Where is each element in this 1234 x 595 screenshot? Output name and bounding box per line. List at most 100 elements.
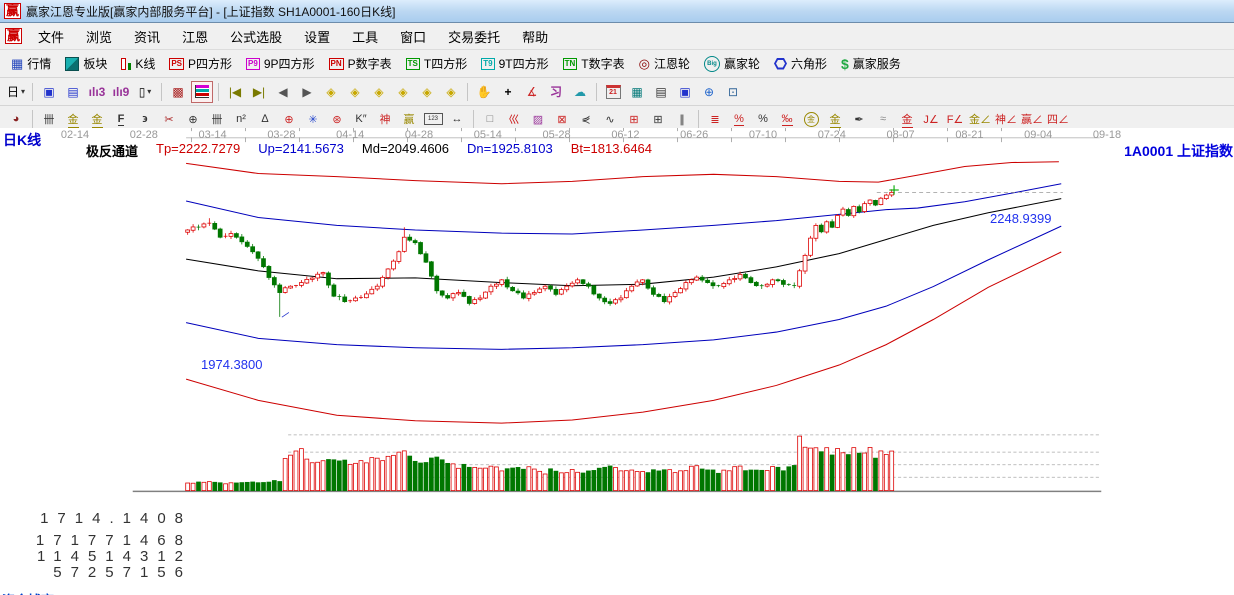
period-daily-button[interactable]: 日▾ <box>5 81 27 103</box>
angle-measure-button[interactable]: ∡ <box>521 81 543 103</box>
menu-item-3[interactable]: 江恩 <box>171 25 219 48</box>
menu-item-2[interactable]: 资讯 <box>123 25 171 48</box>
t-square-button[interactable]: TST四方形 <box>399 53 475 75</box>
star-web-box-button[interactable]: ⊛ <box>326 108 348 130</box>
report-doc-button[interactable]: ▤ <box>650 81 672 103</box>
t-number-table-button[interactable]: TNT数字表 <box>556 53 632 75</box>
winner-wheel-button[interactable]: Big赢家轮 <box>697 53 767 75</box>
fan-red-button[interactable]: 巛 <box>503 108 525 130</box>
first-page-button[interactable]: |◀ <box>224 81 246 103</box>
gann-target-button[interactable]: ⊕ <box>278 108 300 130</box>
level-steps-button[interactable]: ≣ <box>704 108 726 130</box>
bars-9-button[interactable]: ılı9 <box>110 81 132 103</box>
nine-p-square-button[interactable]: P99P四方形 <box>239 53 321 75</box>
shift-left-diamond-button[interactable]: ◈ <box>320 81 342 103</box>
sector-blocks-button[interactable]: 板块 <box>58 53 114 75</box>
nine-t-square-button[interactable]: T99T四方形 <box>474 53 555 75</box>
calendar-button[interactable]: 21 <box>602 81 624 103</box>
gold-circle-button[interactable]: 金 <box>800 108 822 130</box>
gold-levels-button[interactable]: 金 <box>824 108 846 130</box>
parallel-diag-button[interactable]: ∥ <box>671 108 693 130</box>
stock-note-button[interactable]: ▤ <box>62 81 84 103</box>
menu-item-7[interactable]: 窗口 <box>389 25 437 48</box>
time-lines-button[interactable]: 卌 <box>206 108 228 130</box>
menu-item-8[interactable]: 交易委托 <box>437 25 511 48</box>
ink-brush-button[interactable]: ✒ <box>848 108 870 130</box>
angle-shen-button[interactable]: 神∠ <box>994 108 1018 130</box>
zigzag-button[interactable]: ∿ <box>599 108 621 130</box>
menu-item-6[interactable]: 工具 <box>341 25 389 48</box>
gann-xi-button[interactable]: 习 <box>545 81 567 103</box>
angle-f-button[interactable]: F∠ <box>944 108 966 130</box>
measure-cut-button[interactable]: ✂ <box>158 108 180 130</box>
expand-vertical-diamond-button[interactable]: ◈ <box>416 81 438 103</box>
fan-box-button[interactable]: ▨ <box>527 108 549 130</box>
gold-grid-2-button[interactable]: 金 <box>86 108 108 130</box>
gold-grid-1-icon: 金 <box>68 111 79 128</box>
chan-pattern-button[interactable]: ▣ <box>38 81 60 103</box>
zoom-out-diamond-button[interactable]: ◈ <box>392 81 414 103</box>
gold-grid-1-button[interactable]: 金 <box>62 108 84 130</box>
bar-span-button[interactable]: ↔ <box>446 108 468 130</box>
pan-hand-button[interactable]: ✋ <box>473 81 495 103</box>
zoom-in-diamond-button[interactable]: ◈ <box>368 81 390 103</box>
prev-bar-button[interactable]: ◀ <box>272 81 294 103</box>
save-disk-button[interactable]: ▣ <box>674 81 696 103</box>
menu-item-1[interactable]: 浏览 <box>75 25 123 48</box>
grid-red-icon: ⊞ <box>629 113 638 126</box>
menu-item-9[interactable]: 帮助 <box>511 25 559 48</box>
shen-mark-button[interactable]: 神 <box>374 108 396 130</box>
kline-chart-canvas[interactable]: 日K线 02-1402-2803-1403-2804-1404-2805-140… <box>0 128 1234 595</box>
web-link-button[interactable]: ⊕ <box>698 81 720 103</box>
crosshair-button[interactable]: + <box>497 81 519 103</box>
angle-gold-button[interactable]: 金∠ <box>968 108 992 130</box>
angle-win-button[interactable]: 赢∠ <box>1020 108 1044 130</box>
ray-angles-button[interactable]: ⋞ <box>575 108 597 130</box>
red-pattern-button[interactable]: ▩ <box>167 81 189 103</box>
next-bar-button[interactable]: ▶ <box>296 81 318 103</box>
gann-compass-button[interactable]: ◕ <box>5 108 27 130</box>
shift-right-diamond-button[interactable]: ◈ <box>344 81 366 103</box>
volume-histogram-button[interactable] <box>191 81 213 103</box>
t-square-icon: TS <box>406 58 420 70</box>
compress-vertical-diamond-button[interactable]: ◈ <box>440 81 462 103</box>
menu-item-4[interactable]: 公式选股 <box>219 25 293 48</box>
kline-view-button[interactable]: K线 <box>114 53 162 75</box>
menu-item-0[interactable]: 文件 <box>27 25 75 48</box>
winner-service-button[interactable]: $赢家服务 <box>834 53 908 75</box>
diag-box-button[interactable]: ⊠ <box>551 108 573 130</box>
fib-grid-button[interactable]: F <box>110 108 132 130</box>
box-tool-button[interactable]: □ <box>479 108 501 130</box>
matrix-grid-button[interactable]: ▦ <box>626 81 648 103</box>
wave-band-button[interactable]: ≈ <box>872 108 894 130</box>
n-square-button[interactable]: n² <box>230 108 252 130</box>
circle-cross-button[interactable]: ⊕ <box>182 108 204 130</box>
k-marks-button[interactable]: K″ <box>350 108 372 130</box>
candle-style-button[interactable]: ▯▾ <box>134 81 156 103</box>
grid-black-button[interactable]: ⊞ <box>647 108 669 130</box>
p-number-table-button[interactable]: PNP数字表 <box>322 53 399 75</box>
angle-four-button[interactable]: 四∠ <box>1046 108 1070 130</box>
p-square-button[interactable]: PSP四方形 <box>162 53 239 75</box>
ruler-123-button[interactable]: 123 <box>422 108 444 130</box>
hexagon-tool-button[interactable]: 六角形 <box>767 53 834 75</box>
pct-button[interactable]: % <box>752 108 774 130</box>
angle-j-button[interactable]: J∠ <box>920 108 942 130</box>
bars-3-button[interactable]: ılı3 <box>86 81 108 103</box>
win-mark-button[interactable]: 赢 <box>398 108 420 130</box>
cloud-wave-button[interactable]: ☁ <box>569 81 591 103</box>
last-page-button[interactable]: ▶| <box>248 81 270 103</box>
angle-delta-button[interactable]: ∆ <box>254 108 276 130</box>
menu-item-5[interactable]: 设置 <box>293 25 341 48</box>
permille-line-button[interactable]: ‰ <box>776 108 798 130</box>
market-quotes-button[interactable]: ▦行情 <box>4 53 58 75</box>
spiral-button[interactable]: ϶ <box>134 108 156 130</box>
grid-red-button[interactable]: ⊞ <box>623 108 645 130</box>
gann-wheel-button[interactable]: ◎江恩轮 <box>632 53 697 75</box>
pct-line-button[interactable]: % <box>728 108 750 130</box>
t-number-table-label: T数字表 <box>581 55 624 72</box>
time-grid-button[interactable]: 卌 <box>38 108 60 130</box>
star-web-button[interactable]: ✳ <box>302 108 324 130</box>
gold-red-levels-button[interactable]: 金 <box>896 108 918 130</box>
remote-pc-button[interactable]: ⊡ <box>722 81 744 103</box>
